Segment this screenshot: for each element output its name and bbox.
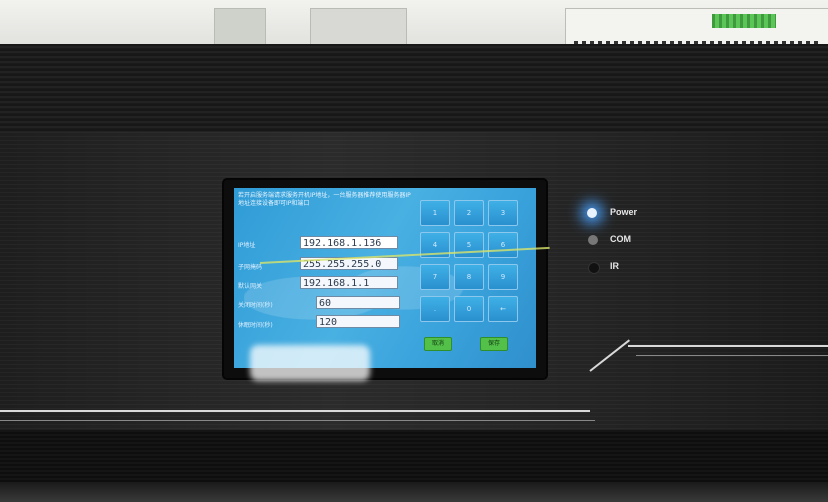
off-time-label: 关闭时间(秒) bbox=[238, 302, 273, 309]
keypad-key[interactable]: 8 bbox=[454, 264, 484, 290]
trim-line bbox=[0, 410, 590, 412]
power-led-icon bbox=[587, 208, 597, 218]
cancel-button[interactable]: 取消 bbox=[424, 337, 452, 351]
com-led-icon bbox=[588, 235, 598, 245]
gateway-field[interactable]: 192.168.1.1 bbox=[300, 276, 398, 289]
keypad-key[interactable]: 0 bbox=[454, 296, 484, 322]
com-label: COM bbox=[610, 234, 631, 244]
cabinet-top-panel bbox=[0, 44, 828, 134]
keypad-key[interactable]: ← bbox=[488, 296, 518, 322]
ir-label: IR bbox=[610, 261, 619, 271]
green-terminal-block bbox=[712, 14, 776, 28]
instruction-text: 若开启服务端请求服务开机IP地址，一台服务器推荐使用服务器IP地址连接设备即可I… bbox=[238, 192, 411, 207]
keypad-key[interactable]: 7 bbox=[420, 264, 450, 290]
power-label: Power bbox=[610, 207, 638, 217]
keypad-key[interactable]: 5 bbox=[454, 232, 484, 258]
keypad-key[interactable]: 2 bbox=[454, 200, 484, 226]
gateway-label: 默认网关 bbox=[238, 283, 263, 290]
screen-glare bbox=[250, 345, 370, 381]
sleep-time-label: 休眠时间(秒) bbox=[238, 322, 273, 329]
keypad-key[interactable]: 9 bbox=[488, 264, 518, 290]
sleep-time-field[interactable]: 120 bbox=[316, 315, 400, 328]
ip-address-field[interactable]: 192.168.1.136 bbox=[300, 236, 398, 249]
subnet-label: 子网掩码 bbox=[238, 264, 263, 271]
keypad-key[interactable]: . bbox=[420, 296, 450, 322]
keypad-key[interactable]: 3 bbox=[488, 200, 518, 226]
ir-led-icon bbox=[588, 262, 600, 274]
keypad-key[interactable]: 1 bbox=[420, 200, 450, 226]
device-photo: 若开启服务端请求服务开机IP地址，一台服务器推荐使用服务器IP地址连接设备即可I… bbox=[0, 0, 828, 502]
ip-label: IP地址 bbox=[238, 242, 256, 249]
save-button[interactable]: 保存 bbox=[480, 337, 508, 351]
keypad-key[interactable]: 6 bbox=[488, 232, 518, 258]
off-time-field[interactable]: 60 bbox=[316, 296, 400, 309]
